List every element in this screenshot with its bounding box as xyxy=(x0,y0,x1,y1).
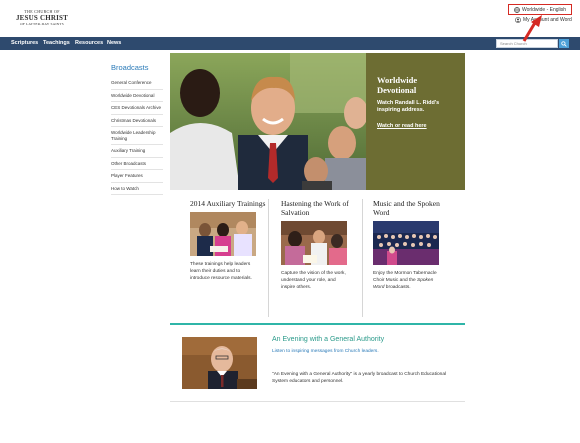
account-label: My Account and Word xyxy=(523,17,572,23)
feature-image[interactable] xyxy=(281,221,347,265)
globe-icon xyxy=(514,6,520,13)
sidebar-item-general-conference[interactable]: General Conference xyxy=(111,77,163,90)
evening-text: "An Evening with a General Authority" is… xyxy=(272,372,447,384)
site-header: THE CHURCH OF JESUS CHRIST OF LATTER-DAY… xyxy=(0,0,580,37)
feature-text: Capture the vision of the work, understa… xyxy=(281,271,346,290)
person-icon xyxy=(515,17,521,23)
main-nav: Scriptures Teachings Resources News Sear… xyxy=(0,37,580,50)
feature-image[interactable] xyxy=(190,212,256,256)
sidebar-title: Broadcasts xyxy=(111,63,149,72)
feature-image[interactable] xyxy=(373,221,439,265)
feature-heading[interactable]: 2014 Auxiliary Trainings xyxy=(190,199,267,208)
nav-item-scriptures[interactable]: Scriptures xyxy=(11,40,38,46)
feature-heading[interactable]: Hastening the Work of Salvation xyxy=(281,199,358,217)
evening-subtitle[interactable]: Listen to inspiring messages from Church… xyxy=(272,349,379,354)
feature-heading[interactable]: Music and the Spoken Word xyxy=(373,199,450,217)
logo-line-3: OF LATTER-DAY SAINTS xyxy=(20,22,64,26)
hero-watch-link[interactable]: Watch or read here xyxy=(377,123,427,129)
section-divider xyxy=(170,323,465,325)
logo-line-2: JESUS CHRIST xyxy=(15,14,68,22)
hero-text: Watch Randall L. Ridd's inspiring addres… xyxy=(377,100,440,113)
hero-text-panel: Worldwide Devotional Watch Randall L. Ri… xyxy=(366,53,465,190)
hero-heading: Worldwide Devotional xyxy=(377,75,418,95)
church-logo[interactable]: THE CHURCH OF JESUS CHRIST OF LATTER-DAY… xyxy=(12,10,72,27)
feature-hastening-work: Hastening the Work of Salvation Capture … xyxy=(281,199,358,291)
sidebar-item-auxiliary-training[interactable]: Auxiliary Training xyxy=(111,145,163,158)
nav-item-news[interactable]: News xyxy=(107,40,121,46)
sidebar-item-leadership-training[interactable]: Worldwide Leadership Training xyxy=(111,127,163,145)
search-button[interactable] xyxy=(559,39,569,48)
sidebar-item-how-to-watch[interactable]: How to Watch xyxy=(111,183,163,195)
search-input[interactable]: Search Church xyxy=(496,39,558,48)
hero-banner: Worldwide Devotional Watch Randall L. Ri… xyxy=(170,53,465,190)
sidebar-item-ces-devotionals[interactable]: CES Devotionals Archive xyxy=(111,102,163,115)
section-divider-bottom xyxy=(170,401,465,402)
language-label: Worldwide - English xyxy=(521,6,567,13)
search-icon xyxy=(561,40,567,47)
account-link[interactable]: My Account and Word xyxy=(515,17,572,23)
feature-text: Enjoy the Mormon Tabernacle Choir Music … xyxy=(373,270,439,291)
feature-text-part-3: broadcasts. xyxy=(384,285,411,290)
sidebar-item-player-features[interactable]: Player Features xyxy=(111,170,163,183)
sidebar-item-other-broadcasts[interactable]: Other Broadcasts xyxy=(111,158,163,170)
nav-item-resources[interactable]: Resources xyxy=(75,40,103,46)
language-selector[interactable]: Worldwide - English xyxy=(508,4,572,15)
evening-heading[interactable]: An Evening with a General Authority xyxy=(272,336,384,343)
sidebar-item-christmas-devotionals[interactable]: Christmas Devotionals xyxy=(111,115,163,127)
hero-photo[interactable] xyxy=(170,53,366,190)
column-divider xyxy=(268,199,269,317)
column-divider xyxy=(362,199,363,317)
sidebar-item-worldwide-devotional[interactable]: Worldwide Devotional xyxy=(111,90,163,102)
feature-music-spoken-word: Music and the Spoken Word Enjoy the Morm… xyxy=(373,199,450,291)
feature-text: These trainings help leaders learn their… xyxy=(190,262,252,281)
evening-image[interactable] xyxy=(182,337,257,389)
broadcasts-sidebar: Broadcasts General Conference Worldwide … xyxy=(111,63,163,195)
feature-auxiliary-trainings: 2014 Auxiliary Trainings These trainings… xyxy=(190,199,267,282)
nav-item-teachings[interactable]: Teachings xyxy=(43,40,70,46)
